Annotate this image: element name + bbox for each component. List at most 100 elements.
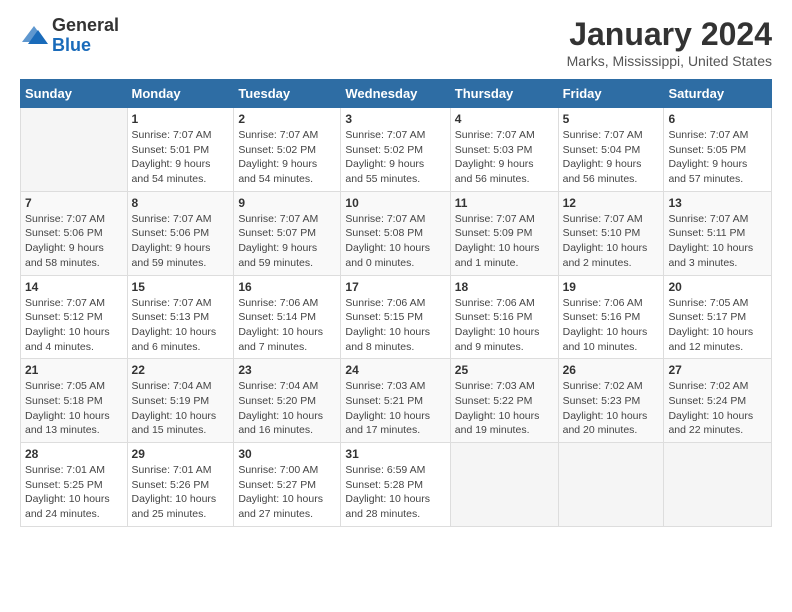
day-number: 6 xyxy=(668,112,767,126)
calendar-cell: 29 Sunrise: 7:01 AM Sunset: 5:26 PM Dayli… xyxy=(127,443,234,527)
calendar-cell: 13 Sunrise: 7:07 AM Sunset: 5:11 PM Dayli… xyxy=(664,191,772,275)
day-info: Sunrise: 7:07 AM Sunset: 5:02 PM Dayligh… xyxy=(238,128,336,187)
calendar-cell: 16 Sunrise: 7:06 AM Sunset: 5:14 PM Dayli… xyxy=(234,275,341,359)
header-cell-friday: Friday xyxy=(558,80,664,108)
day-number: 20 xyxy=(668,280,767,294)
day-info: Sunrise: 7:07 AM Sunset: 5:01 PM Dayligh… xyxy=(132,128,230,187)
day-number: 2 xyxy=(238,112,336,126)
day-number: 16 xyxy=(238,280,336,294)
day-number: 30 xyxy=(238,447,336,461)
day-number: 11 xyxy=(455,196,554,210)
calendar-cell: 1 Sunrise: 7:07 AM Sunset: 5:01 PM Daylig… xyxy=(127,108,234,192)
day-info: Sunrise: 7:07 AM Sunset: 5:07 PM Dayligh… xyxy=(238,212,336,271)
day-info: Sunrise: 7:06 AM Sunset: 5:14 PM Dayligh… xyxy=(238,296,336,355)
day-number: 5 xyxy=(563,112,660,126)
day-info: Sunrise: 7:07 AM Sunset: 5:02 PM Dayligh… xyxy=(345,128,445,187)
header-row: SundayMondayTuesdayWednesdayThursdayFrid… xyxy=(21,80,772,108)
calendar-cell: 30 Sunrise: 7:00 AM Sunset: 5:27 PM Dayli… xyxy=(234,443,341,527)
calendar-title: January 2024 xyxy=(567,16,772,53)
day-number: 27 xyxy=(668,363,767,377)
logo-blue: Blue xyxy=(52,36,119,56)
calendar-cell: 3 Sunrise: 7:07 AM Sunset: 5:02 PM Daylig… xyxy=(341,108,450,192)
header-cell-monday: Monday xyxy=(127,80,234,108)
day-info: Sunrise: 7:07 AM Sunset: 5:13 PM Dayligh… xyxy=(132,296,230,355)
calendar-cell: 9 Sunrise: 7:07 AM Sunset: 5:07 PM Daylig… xyxy=(234,191,341,275)
day-info: Sunrise: 7:07 AM Sunset: 5:05 PM Dayligh… xyxy=(668,128,767,187)
day-info: Sunrise: 7:01 AM Sunset: 5:26 PM Dayligh… xyxy=(132,463,230,522)
calendar-cell: 27 Sunrise: 7:02 AM Sunset: 5:24 PM Dayli… xyxy=(664,359,772,443)
day-info: Sunrise: 7:04 AM Sunset: 5:19 PM Dayligh… xyxy=(132,379,230,438)
calendar-cell: 2 Sunrise: 7:07 AM Sunset: 5:02 PM Daylig… xyxy=(234,108,341,192)
logo-icon xyxy=(20,22,48,50)
calendar-cell: 15 Sunrise: 7:07 AM Sunset: 5:13 PM Dayli… xyxy=(127,275,234,359)
logo-general: General xyxy=(52,16,119,36)
title-area: January 2024 Marks, Mississippi, United … xyxy=(567,16,772,69)
logo-text: General Blue xyxy=(52,16,119,56)
logo: General Blue xyxy=(20,16,119,56)
calendar-cell: 6 Sunrise: 7:07 AM Sunset: 5:05 PM Daylig… xyxy=(664,108,772,192)
calendar-cell: 19Sunrise: 7:06 AM Sunset: 5:16 PM Dayli… xyxy=(558,275,664,359)
week-row-5: 28Sunrise: 7:01 AM Sunset: 5:25 PM Dayli… xyxy=(21,443,772,527)
day-number: 17 xyxy=(345,280,445,294)
calendar-cell xyxy=(558,443,664,527)
header-cell-thursday: Thursday xyxy=(450,80,558,108)
week-row-3: 14 Sunrise: 7:07 AM Sunset: 5:12 PM Dayli… xyxy=(21,275,772,359)
calendar-cell xyxy=(664,443,772,527)
header-cell-tuesday: Tuesday xyxy=(234,80,341,108)
day-info: Sunrise: 6:59 AM Sunset: 5:28 PM Dayligh… xyxy=(345,463,445,522)
day-info: Sunrise: 7:06 AM Sunset: 5:16 PM Dayligh… xyxy=(455,296,554,355)
day-info: Sunrise: 7:05 AM Sunset: 5:18 PM Dayligh… xyxy=(25,379,123,438)
calendar-cell: 12Sunrise: 7:07 AM Sunset: 5:10 PM Dayli… xyxy=(558,191,664,275)
day-info: Sunrise: 7:07 AM Sunset: 5:08 PM Dayligh… xyxy=(345,212,445,271)
day-info: Sunrise: 7:07 AM Sunset: 5:06 PM Dayligh… xyxy=(132,212,230,271)
day-info: Sunrise: 7:06 AM Sunset: 5:15 PM Dayligh… xyxy=(345,296,445,355)
day-number: 13 xyxy=(668,196,767,210)
day-number: 1 xyxy=(132,112,230,126)
day-number: 21 xyxy=(25,363,123,377)
day-info: Sunrise: 7:07 AM Sunset: 5:12 PM Dayligh… xyxy=(25,296,123,355)
calendar-cell: 22 Sunrise: 7:04 AM Sunset: 5:19 PM Dayli… xyxy=(127,359,234,443)
calendar-cell: 31 Sunrise: 6:59 AM Sunset: 5:28 PM Dayli… xyxy=(341,443,450,527)
day-info: Sunrise: 7:00 AM Sunset: 5:27 PM Dayligh… xyxy=(238,463,336,522)
day-number: 18 xyxy=(455,280,554,294)
calendar-subtitle: Marks, Mississippi, United States xyxy=(567,53,772,69)
header-cell-sunday: Sunday xyxy=(21,80,128,108)
day-number: 8 xyxy=(132,196,230,210)
day-number: 3 xyxy=(345,112,445,126)
week-row-4: 21 Sunrise: 7:05 AM Sunset: 5:18 PM Dayli… xyxy=(21,359,772,443)
calendar-cell: 26 Sunrise: 7:02 AM Sunset: 5:23 PM Dayli… xyxy=(558,359,664,443)
day-number: 14 xyxy=(25,280,123,294)
day-info: Sunrise: 7:07 AM Sunset: 5:04 PM Dayligh… xyxy=(563,128,660,187)
calendar-cell: 17 Sunrise: 7:06 AM Sunset: 5:15 PM Dayli… xyxy=(341,275,450,359)
day-number: 19 xyxy=(563,280,660,294)
calendar-cell: 20 Sunrise: 7:05 AM Sunset: 5:17 PM Dayli… xyxy=(664,275,772,359)
calendar-cell xyxy=(21,108,128,192)
day-info: Sunrise: 7:07 AM Sunset: 5:11 PM Dayligh… xyxy=(668,212,767,271)
day-number: 26 xyxy=(563,363,660,377)
calendar-cell: 18 Sunrise: 7:06 AM Sunset: 5:16 PM Dayli… xyxy=(450,275,558,359)
calendar-cell: 10 Sunrise: 7:07 AM Sunset: 5:08 PM Dayli… xyxy=(341,191,450,275)
calendar-cell: 28Sunrise: 7:01 AM Sunset: 5:25 PM Dayli… xyxy=(21,443,128,527)
day-info: Sunrise: 7:02 AM Sunset: 5:24 PM Dayligh… xyxy=(668,379,767,438)
day-number: 7 xyxy=(25,196,123,210)
day-number: 31 xyxy=(345,447,445,461)
day-number: 23 xyxy=(238,363,336,377)
day-info: Sunrise: 7:03 AM Sunset: 5:21 PM Dayligh… xyxy=(345,379,445,438)
day-number: 10 xyxy=(345,196,445,210)
day-number: 28 xyxy=(25,447,123,461)
calendar-cell: 21 Sunrise: 7:05 AM Sunset: 5:18 PM Dayli… xyxy=(21,359,128,443)
calendar-cell: 11Sunrise: 7:07 AM Sunset: 5:09 PM Dayli… xyxy=(450,191,558,275)
day-info: Sunrise: 7:05 AM Sunset: 5:17 PM Dayligh… xyxy=(668,296,767,355)
day-number: 25 xyxy=(455,363,554,377)
day-number: 9 xyxy=(238,196,336,210)
header-cell-saturday: Saturday xyxy=(664,80,772,108)
day-number: 12 xyxy=(563,196,660,210)
calendar-cell: 14 Sunrise: 7:07 AM Sunset: 5:12 PM Dayli… xyxy=(21,275,128,359)
day-info: Sunrise: 7:02 AM Sunset: 5:23 PM Dayligh… xyxy=(563,379,660,438)
day-number: 15 xyxy=(132,280,230,294)
day-number: 29 xyxy=(132,447,230,461)
day-number: 22 xyxy=(132,363,230,377)
week-row-1: 1 Sunrise: 7:07 AM Sunset: 5:01 PM Daylig… xyxy=(21,108,772,192)
week-row-2: 7 Sunrise: 7:07 AM Sunset: 5:06 PM Daylig… xyxy=(21,191,772,275)
day-info: Sunrise: 7:07 AM Sunset: 5:06 PM Dayligh… xyxy=(25,212,123,271)
